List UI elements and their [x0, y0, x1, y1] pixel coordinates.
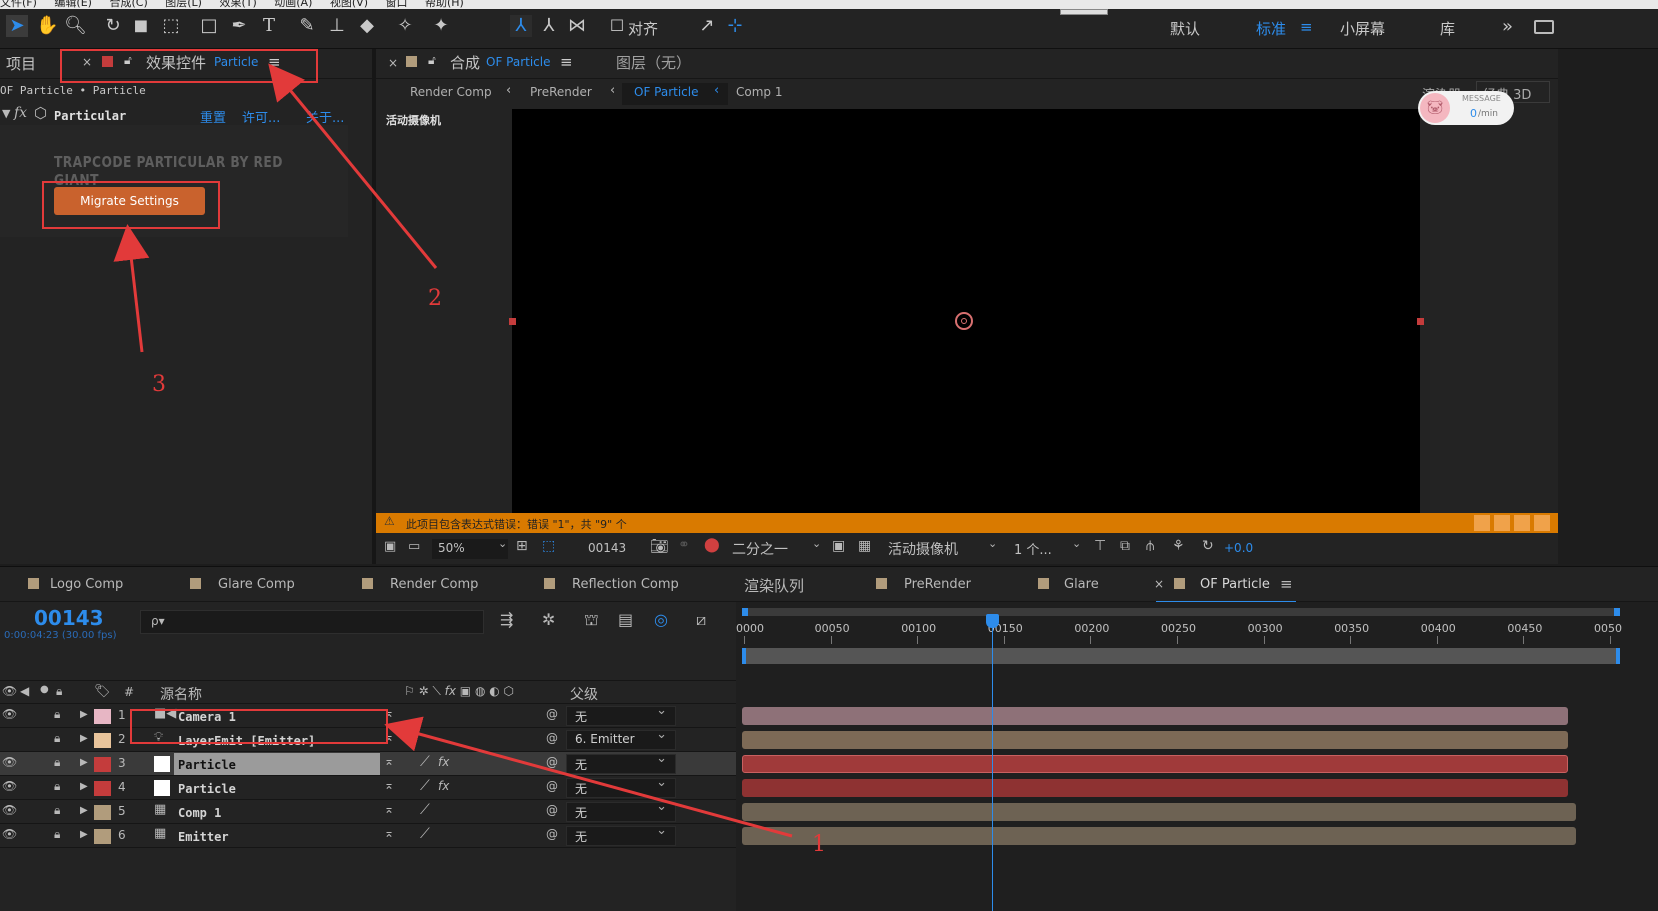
annotation-arrow-1: [384, 716, 793, 838]
annotation-label-3: 3: [152, 372, 166, 397]
annotation-arrow-2: [268, 63, 438, 269]
annotation-label-1: 1: [812, 832, 826, 857]
annotation-arrows: [113, 63, 793, 838]
annotation-label-2: 2: [428, 286, 442, 311]
annotation-arrow-3: [113, 224, 150, 353]
